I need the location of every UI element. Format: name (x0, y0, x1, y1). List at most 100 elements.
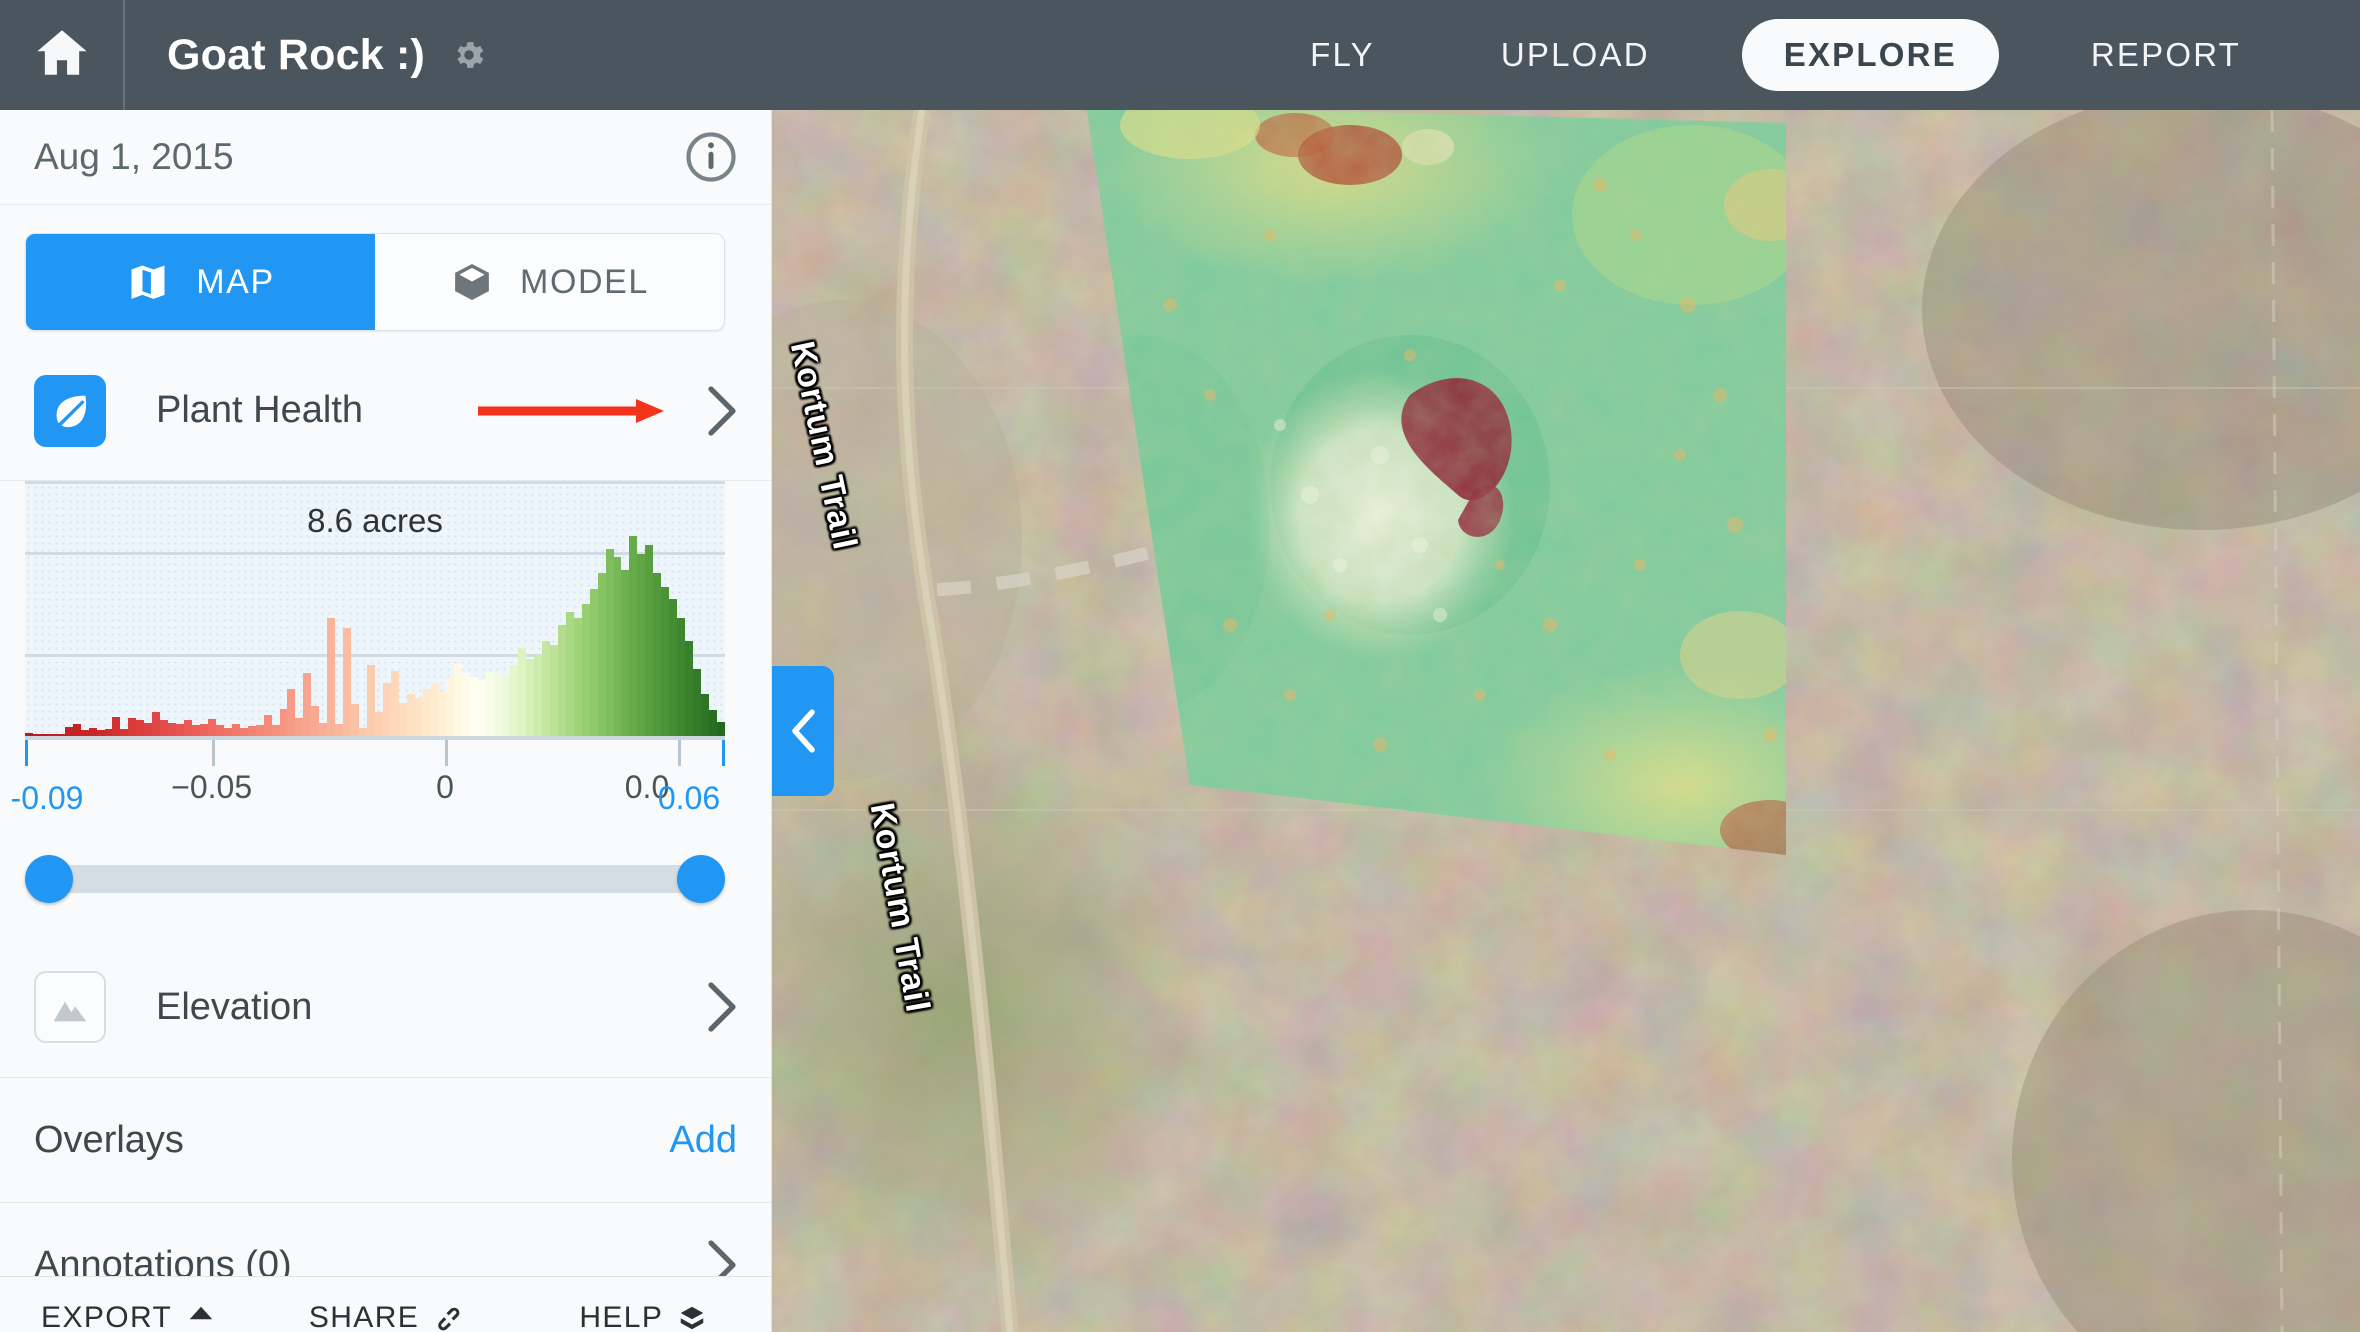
histogram-chart[interactable]: 8.6 acres (25, 481, 725, 736)
histogram-bar (359, 727, 367, 736)
slider-track[interactable] (25, 865, 725, 893)
flight-date: Aug 1, 2015 (34, 136, 234, 177)
layer-name: Elevation (156, 985, 313, 1028)
add-overlay-button[interactable]: Add (669, 1119, 737, 1162)
histogram-bar (112, 717, 121, 736)
histogram-bar (414, 698, 423, 736)
chart-title: 8.6 acres (307, 502, 443, 539)
histogram-bar (247, 726, 256, 736)
histogram-bar (64, 726, 73, 736)
histogram-bar (120, 728, 129, 736)
histogram-bar (382, 683, 391, 736)
nav-item-upload[interactable]: UPLOAD (1467, 19, 1684, 91)
histogram-bar (192, 724, 200, 736)
nav-item-fly[interactable]: FLY (1276, 19, 1409, 91)
histogram-bar (279, 708, 288, 736)
gear-icon[interactable] (451, 37, 487, 73)
histogram-bar (597, 572, 606, 736)
tab-model[interactable]: MODEL (375, 234, 724, 330)
histogram-bar (374, 711, 383, 736)
histogram-bar (685, 641, 694, 736)
histogram-bar (343, 627, 352, 736)
histogram-bar (96, 730, 105, 736)
nav-item-explore[interactable]: EXPLORE (1741, 19, 1999, 91)
histogram-bar (48, 733, 57, 736)
map-icon (126, 260, 170, 304)
info-icon[interactable] (685, 131, 737, 183)
histogram-bar (661, 586, 670, 736)
top-navigation-bar: Goat Rock :) FLY UPLOAD EXPLORE REPORT (0, 0, 2360, 110)
overlays-row[interactable]: Overlays Add (0, 1077, 771, 1202)
export-button[interactable]: EXPORT (0, 1277, 257, 1332)
histogram-bar (510, 664, 519, 736)
axis-tick-label: −0.05 (171, 769, 253, 805)
histogram-bar (565, 611, 574, 736)
tab-map[interactable]: MAP (26, 234, 375, 330)
histogram-bar (454, 664, 463, 736)
leaf-icon (34, 374, 106, 447)
histogram-bar (160, 720, 169, 736)
histogram-bar (311, 706, 320, 736)
nav-item-report[interactable]: REPORT (2057, 19, 2275, 91)
help-button[interactable]: HELP (515, 1277, 771, 1332)
histogram-bar (199, 723, 208, 736)
histogram-bar (215, 725, 224, 736)
histogram-bar (25, 733, 33, 736)
histogram-bar (390, 670, 399, 736)
histogram-bar (708, 709, 717, 736)
layer-row-elevation[interactable]: Elevation (0, 937, 771, 1077)
main-nav: FLY UPLOAD EXPLORE REPORT (1276, 19, 2360, 91)
project-title: Goat Rock :) (167, 30, 426, 79)
sidebar-collapse-button[interactable] (772, 666, 834, 796)
axis-tick (211, 740, 215, 766)
annotation-arrow (478, 398, 664, 423)
histogram-bar (144, 723, 153, 736)
plant-health-histogram-block: 8.6 acres -0.09 −0.05 0 0.0 0.06 (0, 481, 771, 919)
histogram-bar (637, 553, 646, 736)
histogram-bar (287, 688, 296, 736)
layer-row-plant-health[interactable]: Plant Health (0, 341, 771, 481)
histogram-bar (406, 693, 415, 736)
axis-tick (445, 740, 448, 766)
help-icon (677, 1303, 707, 1332)
histogram-bar (56, 734, 65, 736)
share-icon (433, 1303, 463, 1332)
histogram-bar (573, 617, 582, 736)
axis-tick-label: 0.06 (657, 780, 721, 816)
histogram-bar (136, 720, 145, 736)
histogram-bar (366, 664, 375, 736)
range-slider[interactable] (25, 839, 725, 919)
histogram-bar (168, 722, 177, 736)
axis-tick-label: -0.09 (10, 780, 84, 816)
plant-health-ndvi-overlay (1086, 110, 1786, 855)
histogram-bar (176, 724, 185, 736)
export-icon (186, 1303, 216, 1332)
map-canvas[interactable]: Kortum Trail Kortum Trail (772, 110, 2360, 1332)
histogram-bar (72, 724, 81, 736)
axis-tick (678, 740, 682, 766)
histogram-bar (502, 676, 511, 736)
histogram-bar (589, 588, 598, 736)
histogram-bar (526, 659, 534, 736)
histogram-bar (319, 723, 328, 736)
home-button[interactable] (0, 0, 125, 110)
histogram-bar (486, 671, 495, 736)
chevron-left-icon (790, 709, 816, 753)
chevron-right-icon[interactable] (707, 981, 737, 1033)
histogram-bar (351, 704, 360, 736)
help-label: HELP (579, 1300, 664, 1332)
histogram-bar (518, 647, 527, 736)
slider-handle-min[interactable] (25, 855, 73, 903)
histogram-bar (701, 693, 709, 736)
left-sidebar: Aug 1, 2015 MAP MODEL Plant Health 8.6 a… (0, 110, 772, 1332)
histogram-bar (295, 718, 304, 736)
slider-handle-max[interactable] (677, 855, 725, 903)
histogram-bar (223, 727, 232, 736)
axis-tick (25, 740, 28, 766)
cube-icon (450, 260, 494, 304)
histogram-bar (470, 677, 479, 736)
chevron-right-icon[interactable] (707, 385, 737, 437)
histogram-bar (621, 570, 630, 736)
share-button[interactable]: SHARE (257, 1277, 514, 1332)
histogram-bar (398, 703, 407, 736)
